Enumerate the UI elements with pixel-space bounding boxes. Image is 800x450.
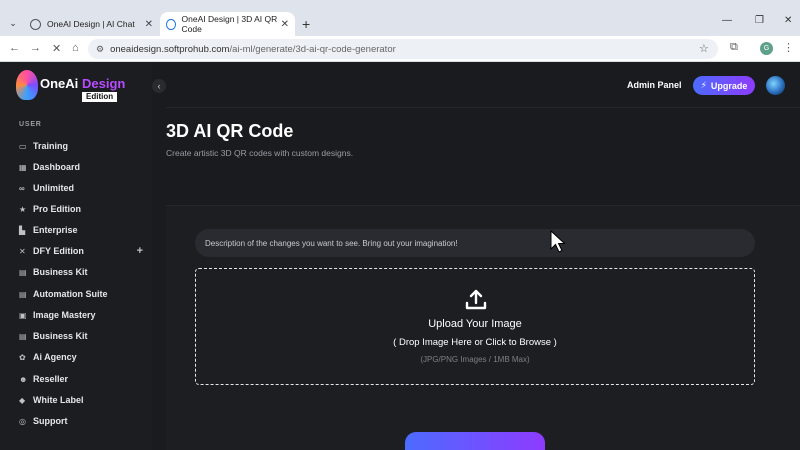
sidebar-item-unlimited[interactable]: ∞ Unlimited (19, 180, 149, 196)
sidebar-item-label: Business Kit (33, 267, 88, 277)
infinity-icon: ∞ (19, 183, 25, 193)
extensions-icon[interactable]: ⧉ (730, 41, 738, 54)
logo-text: OneAi (40, 76, 79, 91)
prompt-input[interactable]: Description of the changes you want to s… (195, 229, 755, 257)
sidebar-item-dfy-edition[interactable]: ✕ DFY Edition + (19, 243, 149, 259)
tools-icon: ✕ (19, 246, 26, 256)
address-bar: ← → ✕ ⌂ ⚙ oneaidesign.softprohub.com/ai-… (0, 36, 800, 62)
upgrade-label: Upgrade (710, 80, 748, 91)
sidebar-item-label: Pro Edition (33, 204, 81, 214)
sidebar-item-pro-edition[interactable]: ★ Pro Edition (19, 201, 149, 217)
sidebar-item-label: Dashboard (33, 162, 81, 172)
browser-menu-icon[interactable]: ⋮ (783, 41, 794, 54)
globe-icon (30, 18, 41, 30)
logo-text-design: Design (82, 76, 126, 91)
sidebar-item-image-mastery[interactable]: ▣ Image Mastery (19, 307, 149, 323)
home-icon[interactable]: ⌂ (72, 42, 79, 54)
tab-ai-chat[interactable]: OneAI Design | AI Chat ✕ (24, 12, 159, 36)
user-avatar[interactable] (766, 76, 785, 95)
sidebar-item-label: Support (33, 416, 68, 426)
bookmark-star-icon[interactable]: ☆ (699, 42, 709, 55)
sidebar-item-ai-agency[interactable]: ✿ Ai Agency (19, 349, 149, 365)
sidebar-item-label: Image Mastery (33, 310, 96, 320)
app-logo[interactable]: OneAi Design Edition (16, 68, 131, 104)
sidebar-item-training[interactable]: ▭ Training (19, 138, 149, 154)
tab-search-icon[interactable]: ⌄ (4, 14, 22, 32)
sidebar-item-label: Enterprise (33, 225, 78, 235)
window-close-icon[interactable]: ✕ (784, 15, 792, 26)
sidebar-section-label: USER (19, 121, 42, 128)
page-subtitle: Create artistic 3D QR codes with custom … (166, 148, 354, 158)
sidebar-item-enterprise[interactable]: ▙ Enterprise (19, 222, 149, 238)
user-plus-icon: ☻ (19, 374, 28, 384)
expand-plus-icon[interactable]: + (137, 245, 143, 257)
sidebar-item-label: Training (33, 141, 69, 151)
close-icon[interactable]: ✕ (281, 19, 289, 30)
upload-instructions: ( Drop Image Here or Click to Browse ) (393, 337, 557, 348)
sidebar-item-support[interactable]: ◎ Support (19, 413, 149, 429)
sidebar-item-dashboard[interactable]: ▦ Dashboard (19, 159, 149, 175)
collapse-sidebar-chevron-icon[interactable]: ‹ (152, 79, 166, 93)
grid-icon: ▤ (19, 289, 27, 299)
stop-icon[interactable]: ✕ (52, 42, 61, 55)
sidebar-item-label: DFY Edition (33, 246, 84, 256)
new-tab-icon[interactable]: + (302, 16, 310, 32)
url-field[interactable]: ⚙ oneaidesign.softprohub.com/ai-ml/gener… (88, 39, 718, 59)
sidebar-item-label: Unlimited (33, 183, 75, 193)
dashboard-icon: ▦ (19, 162, 27, 172)
agency-icon: ✿ (19, 352, 26, 362)
page-title: 3D AI QR Code (166, 121, 294, 141)
star-icon: ★ (19, 204, 27, 214)
back-icon[interactable]: ← (9, 42, 20, 54)
generate-button[interactable] (405, 432, 545, 450)
profile-avatar[interactable]: G (760, 42, 773, 55)
browser-top-strip (0, 0, 800, 10)
forward-icon[interactable]: → (30, 42, 41, 54)
url-host: oneaidesign.softprohub.com (110, 43, 230, 55)
tag-icon: ◆ (19, 395, 26, 405)
sidebar-item-label: Automation Suite (33, 289, 108, 299)
upload-hint: (JPG/PNG Images / 1MB Max) (420, 355, 530, 364)
bolt-icon: ⚡ (700, 80, 707, 90)
restore-icon[interactable]: ❐ (755, 15, 764, 26)
close-icon[interactable]: ✕ (145, 19, 153, 30)
spiral-icon (166, 18, 176, 30)
sidebar-item-label: White Label (33, 395, 84, 405)
sidebar-item-label: Business Kit (33, 331, 88, 341)
building-icon: ▙ (19, 225, 26, 235)
sidebar-item-white-label[interactable]: ◆ White Label (19, 392, 149, 408)
sidebar-item-label: Ai Agency (33, 352, 77, 362)
grid-icon: ▤ (19, 331, 27, 341)
upgrade-button[interactable]: ⚡ Upgrade (693, 76, 755, 95)
logo-mark-icon (16, 70, 38, 100)
grid-icon: ▤ (19, 267, 27, 277)
logo-edition: Edition (82, 92, 118, 102)
support-icon: ◎ (19, 416, 26, 426)
mouse-cursor-icon (550, 230, 566, 253)
upload-icon (465, 289, 487, 310)
sidebar-item-reseller[interactable]: ☻ Reseller (19, 371, 149, 387)
sidebar-item-business-kit[interactable]: ▤ Business Kit (19, 264, 149, 280)
site-info-icon[interactable]: ⚙ (96, 44, 104, 55)
tab-qr-code[interactable]: OneAI Design | 3D AI QR Code ✕ (160, 12, 295, 36)
sidebar-item-label: Reseller (33, 374, 69, 384)
tab-title: OneAI Design | 3D AI QR Code (181, 14, 278, 34)
admin-panel-link[interactable]: Admin Panel (627, 80, 682, 90)
tab-bar: ⌄ OneAI Design | AI Chat ✕ OneAI Design … (0, 10, 800, 36)
sidebar-item-business-kit-2[interactable]: ▤ Business Kit (19, 328, 149, 344)
image-icon: ▣ (19, 310, 27, 320)
upload-title: Upload Your Image (428, 318, 522, 330)
minimize-icon[interactable]: — (722, 15, 732, 26)
prompt-placeholder: Description of the changes you want to s… (205, 238, 458, 248)
sidebar-item-automation-suite[interactable]: ▤ Automation Suite (19, 286, 149, 302)
tab-title: OneAI Design | AI Chat (47, 19, 135, 29)
chalkboard-icon: ▭ (19, 141, 27, 151)
url-path: /ai-ml/generate/3d-ai-qr-code-generator (229, 43, 396, 55)
